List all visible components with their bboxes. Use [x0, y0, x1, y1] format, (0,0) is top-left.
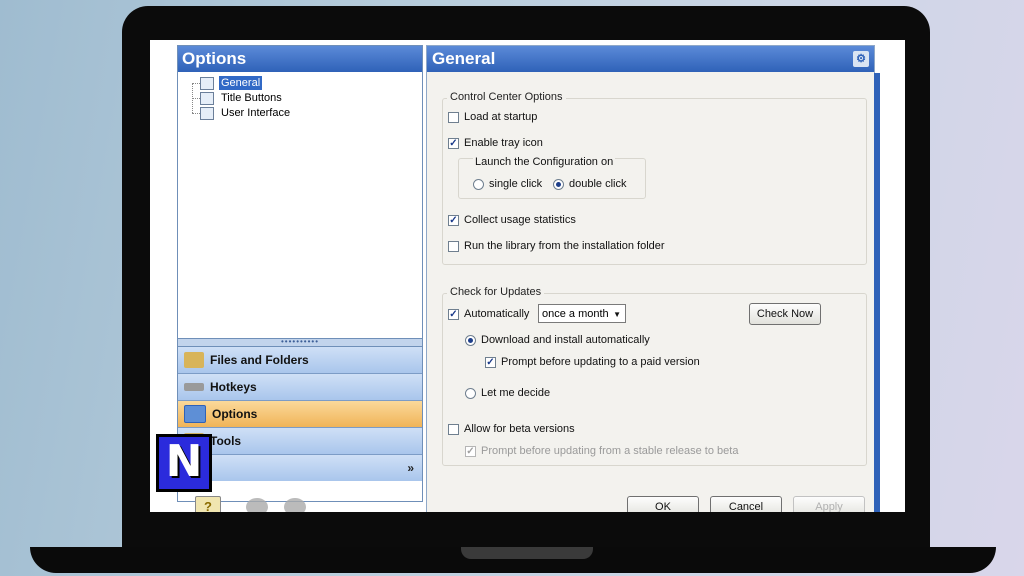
settings-icon[interactable]: ⚙	[853, 51, 869, 67]
checkbox-label: Enable tray icon	[464, 137, 543, 149]
options-tree: General Title Buttons User Interface	[178, 72, 422, 338]
checkmark-icon: ✓	[448, 214, 459, 226]
allow-beta-checkbox[interactable]: Allow for beta versions	[448, 421, 575, 437]
dropdown-arrow-icon: ▼	[613, 310, 621, 319]
double-click-radio[interactable]: double click	[553, 176, 626, 192]
settings-icon	[200, 76, 214, 90]
pane-splitter[interactable]: ••••••••••	[178, 338, 422, 347]
tree-item-label: User Interface	[221, 107, 291, 119]
single-click-radio[interactable]: single click	[473, 176, 542, 192]
cancel-button[interactable]: Cancel	[710, 496, 782, 512]
nav-options[interactable]: Options	[178, 401, 422, 428]
scrollbar[interactable]	[874, 73, 880, 512]
forward-icon[interactable]	[284, 498, 306, 512]
nav-hotkeys[interactable]: Hotkeys	[178, 374, 422, 401]
radio-label: Let me decide	[481, 387, 551, 399]
nav-label: Tools	[210, 434, 242, 448]
watermark-logo: N	[156, 434, 212, 492]
prompt-paid-checkbox[interactable]: ✓ Prompt before updating to a paid versi…	[485, 354, 700, 370]
back-icon[interactable]	[246, 498, 268, 512]
keyboard-icon	[184, 383, 204, 391]
load-at-startup-checkbox[interactable]: Load at startup	[448, 109, 537, 125]
checkmark-icon: ✓	[448, 137, 459, 149]
update-frequency-select[interactable]: once a month ▼	[538, 304, 626, 323]
nav-label: Options	[212, 407, 258, 421]
nav-files-and-folders[interactable]: Files and Folders	[178, 347, 422, 374]
run-library-checkbox[interactable]: Run the library from the installation fo…	[448, 238, 665, 254]
checkbox-label: Prompt before updating to a paid version	[501, 356, 700, 368]
checkbox-label: Load at startup	[464, 111, 538, 123]
expand-nav-button[interactable]: »	[178, 455, 422, 481]
select-value: once a month	[542, 308, 609, 320]
group-title: Control Center Options	[447, 91, 566, 103]
checkbox-label: Allow for beta versions	[464, 423, 575, 435]
screen: Options General Title Buttons User Inter…	[150, 40, 905, 512]
tree-item-label: General	[219, 76, 263, 90]
radio-label: Download and install automatically	[481, 334, 650, 346]
laptop-notch	[461, 547, 593, 559]
nav-label: Hotkeys	[210, 380, 257, 394]
sidebar-title: Options	[178, 46, 422, 72]
checkbox-label: Run the library from the installation fo…	[464, 240, 665, 252]
tree-connector	[192, 113, 200, 114]
options-icon	[184, 405, 206, 423]
download-install-radio[interactable]: Download and install automatically	[465, 332, 650, 348]
user-interface-icon	[200, 106, 214, 120]
checkmark-icon: ✓	[448, 308, 459, 320]
check-now-button[interactable]: Check Now	[749, 303, 821, 325]
radio-unselected	[465, 387, 476, 399]
checkbox-label: Collect usage statistics	[464, 214, 576, 226]
tree-connector	[192, 98, 200, 99]
folder-icon	[184, 352, 204, 368]
checkbox-unchecked	[448, 111, 459, 123]
tree-item-label: Title Buttons	[221, 92, 282, 104]
radio-label: single click	[489, 178, 543, 190]
radio-selected	[465, 334, 476, 346]
nav-tools[interactable]: Tools	[178, 428, 422, 455]
enable-tray-icon-checkbox[interactable]: ✓ Enable tray icon	[448, 135, 543, 151]
checkbox-unchecked	[448, 423, 459, 435]
panel-title: General ⚙	[427, 46, 874, 72]
panel-title-text: General	[432, 49, 496, 68]
tree-item-user-interface[interactable]: User Interface	[200, 106, 292, 120]
ok-button[interactable]: OK	[627, 496, 699, 512]
help-icon[interactable]: ?	[195, 496, 221, 512]
automatically-checkbox[interactable]: ✓ Automatically	[448, 306, 529, 322]
tree-connector	[192, 83, 200, 84]
radio-label: double click	[569, 178, 627, 190]
prompt-beta-checkbox: ✓ Prompt before updating from a stable r…	[465, 443, 738, 459]
group-title: Check for Updates	[447, 286, 545, 298]
chevron-double-right-icon: »	[407, 461, 414, 475]
checkbox-label: Prompt before updating from a stable rel…	[481, 445, 739, 457]
tree-item-general[interactable]: General	[200, 76, 263, 90]
launch-config-title: Launch the Configuration on	[473, 154, 616, 170]
collect-usage-checkbox[interactable]: ✓ Collect usage statistics	[448, 212, 576, 228]
let-me-decide-radio[interactable]: Let me decide	[465, 385, 550, 401]
radio-unselected	[473, 178, 484, 190]
checkbox-unchecked	[448, 240, 459, 252]
nav-label: Files and Folders	[210, 353, 309, 367]
window-buttons-icon	[200, 91, 214, 105]
options-sidebar: Options General Title Buttons User Inter…	[177, 45, 423, 502]
apply-button[interactable]: Apply	[793, 496, 865, 512]
general-settings-panel: General ⚙ Control Center Options Load at…	[426, 45, 880, 512]
checkbox-label: Automatically	[464, 308, 530, 320]
checkmark-icon: ✓	[465, 445, 476, 457]
checkmark-icon: ✓	[485, 356, 496, 368]
tree-item-title-buttons[interactable]: Title Buttons	[200, 91, 284, 105]
radio-selected	[553, 178, 564, 190]
